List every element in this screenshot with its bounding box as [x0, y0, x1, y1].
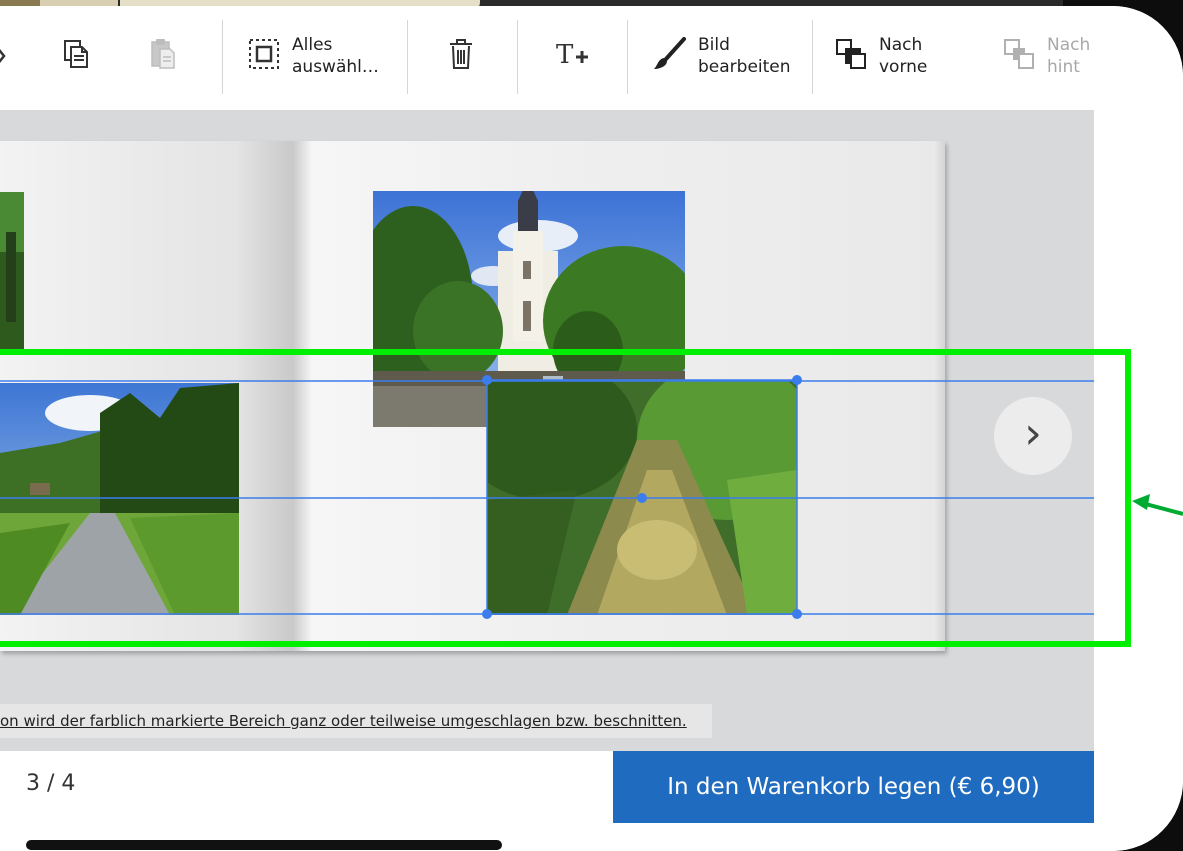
toolbar-divider	[407, 20, 408, 94]
bring-forward-icon	[835, 38, 867, 74]
bring-forward-label: Nach vorne	[879, 35, 928, 77]
trim-notice: on wird der farblich markierte Bereich g…	[0, 704, 712, 738]
next-page-button[interactable]: ›	[994, 397, 1072, 475]
photobook-editor: › on wird der farblich markierte Bereich…	[0, 111, 1094, 751]
add-to-cart-button[interactable]: In den Warenkorb legen (€ 6,90)	[613, 751, 1094, 823]
screen-right-margin	[1094, 6, 1183, 851]
paste-icon	[150, 38, 176, 74]
copy-button[interactable]	[62, 24, 92, 88]
page-indicator: 3 / 4	[26, 771, 76, 796]
toolbar-divider	[812, 20, 813, 94]
edit-image-button[interactable]: Bild bearbeiten	[652, 24, 791, 88]
select-all-label: Alles auswähl…	[292, 35, 379, 77]
trash-icon	[448, 38, 474, 74]
selection-guides	[0, 375, 1094, 619]
paste-button[interactable]	[150, 24, 176, 88]
add-text-icon: T	[555, 38, 591, 74]
edit-image-label: Bild bearbeiten	[698, 35, 791, 77]
brush-icon	[652, 37, 686, 75]
home-indicator	[26, 840, 502, 850]
delete-button[interactable]	[448, 24, 474, 88]
toolbar-divider	[222, 20, 223, 94]
select-all-button[interactable]: Alles auswähl…	[248, 24, 379, 88]
cut-icon[interactable]	[0, 24, 8, 88]
select-all-icon	[248, 38, 280, 74]
send-backward-label: Nach hint	[1047, 35, 1091, 77]
add-text-button[interactable]: T	[555, 24, 591, 88]
toolbar-divider	[627, 20, 628, 94]
copy-icon	[62, 38, 92, 74]
app-screen: Alles auswähl… T Bild bearbeiten Nach vo…	[0, 6, 1183, 851]
toolbar-divider	[517, 20, 518, 94]
svg-text:T: T	[556, 40, 574, 70]
send-backward-icon	[1003, 38, 1035, 74]
send-backward-button[interactable]: Nach hint	[1003, 24, 1090, 88]
chevron-right-icon: ›	[1024, 408, 1042, 459]
bring-forward-button[interactable]: Nach vorne	[835, 24, 927, 88]
editor-toolbar: Alles auswähl… T Bild bearbeiten Nach vo…	[0, 6, 1094, 111]
